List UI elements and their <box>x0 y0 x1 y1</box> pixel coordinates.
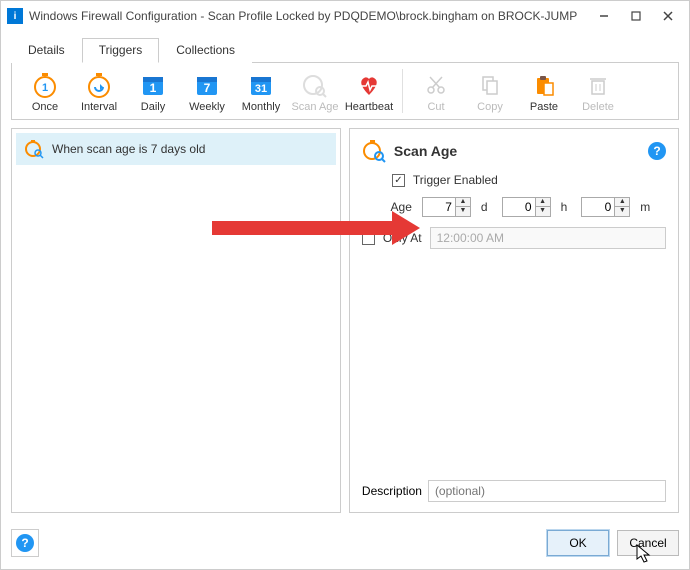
trigger-enabled-checkbox[interactable]: ✓ <box>392 174 405 187</box>
toolbar-monthly[interactable]: 31 Monthly <box>236 69 286 113</box>
toolbar-interval[interactable]: Interval <box>74 69 124 113</box>
trigger-enabled-label: Trigger Enabled <box>413 173 498 187</box>
tab-collections[interactable]: Collections <box>159 38 252 63</box>
toolbar-weekly[interactable]: 7 Weekly <box>182 69 232 113</box>
trigger-list: When scan age is 7 days old <box>11 128 341 513</box>
toolbar-delete: Delete <box>573 69 623 113</box>
window-title: Windows Firewall Configuration - Scan Pr… <box>29 9 577 23</box>
only-at-checkbox[interactable]: ✓ <box>362 232 375 245</box>
only-at-label: Only At <box>383 231 422 245</box>
stopwatch-search-icon <box>299 69 331 101</box>
age-minutes-spinner[interactable]: ▲▼ <box>581 197 630 217</box>
window: i Windows Firewall Configuration - Scan … <box>0 0 690 570</box>
close-button[interactable] <box>653 6 683 26</box>
unit-d: d <box>481 200 488 214</box>
trash-icon <box>582 69 614 101</box>
stopwatch-cycle-icon <box>83 69 115 101</box>
svg-text:31: 31 <box>255 83 267 95</box>
calendar-1-icon: 1 <box>137 69 169 101</box>
body-split: When scan age is 7 days old Scan Age ? ✓… <box>11 128 679 513</box>
tab-triggers[interactable]: Triggers <box>82 38 160 63</box>
only-at-row: ✓ Only At <box>362 227 666 249</box>
age-hours-spinner[interactable]: ▲▼ <box>502 197 551 217</box>
app-icon: i <box>7 8 23 24</box>
calendar-7-icon: 7 <box>191 69 223 101</box>
toolbar-once[interactable]: 1 Once <box>20 69 70 113</box>
toolbar-paste[interactable]: Paste <box>519 69 569 113</box>
tabstrip: Details Triggers Collections <box>11 37 679 63</box>
tab-details[interactable]: Details <box>11 38 82 63</box>
svg-text:7: 7 <box>204 81 211 95</box>
copy-icon <box>474 69 506 101</box>
trigger-row-label: When scan age is 7 days old <box>52 142 205 156</box>
trigger-row[interactable]: When scan age is 7 days old <box>16 133 336 165</box>
minimize-button[interactable] <box>589 6 619 26</box>
description-row: Description <box>362 480 666 502</box>
age-days-input[interactable] <box>422 197 456 217</box>
help-button[interactable]: ? <box>11 529 39 557</box>
paste-icon <box>528 69 560 101</box>
description-input[interactable] <box>428 480 666 502</box>
scissors-icon <box>420 69 452 101</box>
maximize-button[interactable] <box>621 6 651 26</box>
titlebar: i Windows Firewall Configuration - Scan … <box>1 1 689 31</box>
panel-title: Scan Age <box>394 143 457 159</box>
panel-help-button[interactable]: ? <box>648 142 666 160</box>
panel-header: Scan Age ? <box>362 139 666 163</box>
svg-text:1: 1 <box>150 81 157 95</box>
toolbar-scan-age: Scan Age <box>290 69 340 113</box>
age-row: Age ▲▼ d ▲▼ h ▲▼ m <box>362 197 666 217</box>
ok-button[interactable]: OK <box>547 530 609 556</box>
toolbar: 1 Once Interval 1 Daily 7 Weekly 31 Mont… <box>11 63 679 120</box>
age-days-spinner[interactable]: ▲▼ <box>422 197 471 217</box>
toolbar-daily[interactable]: 1 Daily <box>128 69 178 113</box>
settings-panel: Scan Age ? ✓ Trigger Enabled Age ▲▼ d <box>349 128 679 513</box>
toolbar-cut: Cut <box>411 69 461 113</box>
age-minutes-input[interactable] <box>581 197 615 217</box>
age-hours-input[interactable] <box>502 197 536 217</box>
age-label: Age <box>362 200 412 214</box>
stopwatch-search-icon <box>24 139 44 159</box>
stopwatch-search-icon <box>362 139 386 163</box>
heartbeat-icon <box>353 69 385 101</box>
unit-h: h <box>561 200 568 214</box>
content-area: Details Triggers Collections 1 Once Inte… <box>1 31 689 523</box>
unit-m: m <box>640 200 650 214</box>
only-at-time-input[interactable] <box>430 227 666 249</box>
calendar-31-icon: 31 <box>245 69 277 101</box>
toolbar-heartbeat[interactable]: Heartbeat <box>344 69 394 113</box>
cancel-button[interactable]: Cancel <box>617 530 679 556</box>
svg-text:1: 1 <box>42 82 48 94</box>
stopwatch-one-icon: 1 <box>29 69 61 101</box>
trigger-enabled-row: ✓ Trigger Enabled <box>392 173 666 187</box>
footer: ? OK Cancel <box>1 523 689 569</box>
toolbar-copy: Copy <box>465 69 515 113</box>
toolbar-divider <box>402 69 403 113</box>
description-label: Description <box>362 484 422 498</box>
